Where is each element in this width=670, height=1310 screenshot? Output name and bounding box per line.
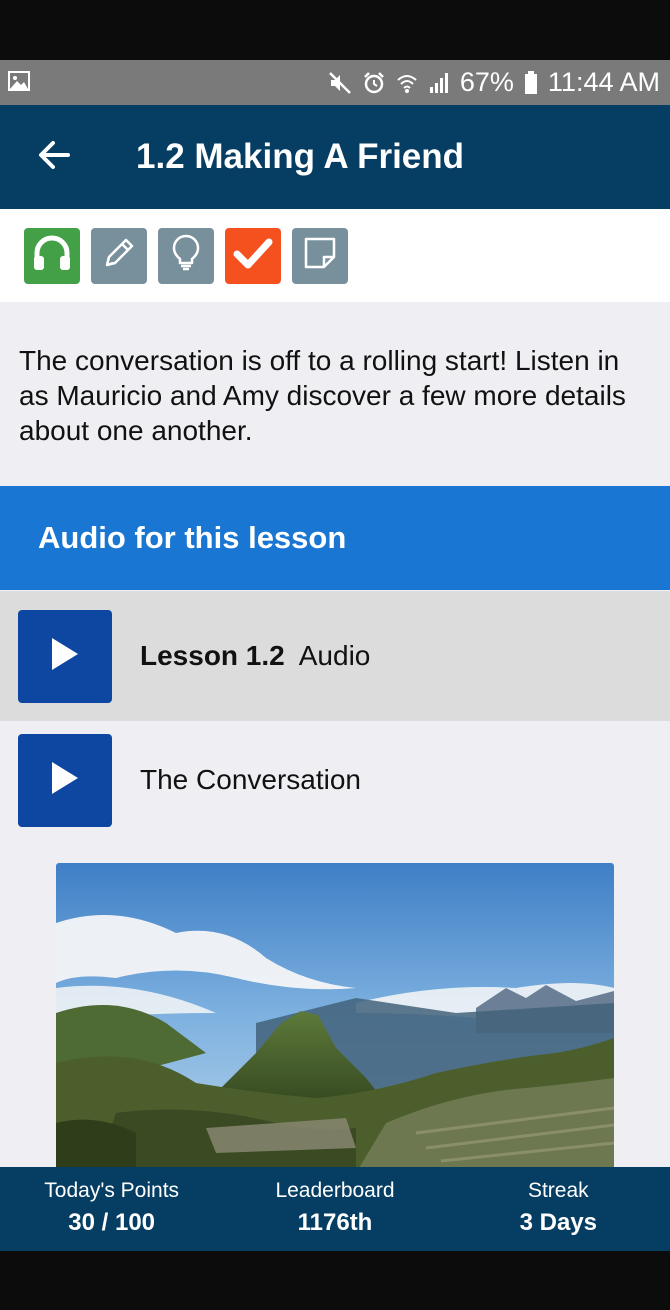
streak-value: 3 Days bbox=[519, 1209, 598, 1236]
back-button[interactable] bbox=[20, 123, 88, 191]
tips-button[interactable] bbox=[158, 227, 214, 284]
leaderboard-stat[interactable]: Leaderboard 1176th bbox=[223, 1167, 446, 1251]
stats-footer: Today's Points 30 / 100 Leaderboard 1176… bbox=[0, 1167, 670, 1251]
audio-item-lesson[interactable]: Lesson 1.2 Audio bbox=[0, 591, 670, 721]
lesson-content: The conversation is off to a rolling sta… bbox=[0, 302, 670, 1167]
audio-item-label-text: Audio bbox=[298, 640, 371, 671]
bottom-bezel bbox=[0, 1251, 670, 1310]
signal-icon bbox=[428, 72, 450, 94]
lesson-image-mountains bbox=[56, 863, 614, 1167]
notes-button[interactable] bbox=[292, 227, 348, 284]
play-button[interactable] bbox=[18, 733, 112, 827]
audio-item-label: Lesson 1.2 Audio bbox=[140, 640, 370, 672]
lesson-toolbar bbox=[0, 209, 670, 302]
pencil-icon bbox=[99, 233, 139, 278]
arrow-left-icon bbox=[37, 140, 71, 175]
lightbulb-icon bbox=[166, 233, 206, 278]
alarm-icon bbox=[362, 71, 386, 95]
gallery-notification-icon bbox=[8, 67, 30, 98]
audio-item-label-bold: Lesson 1.2 bbox=[140, 640, 285, 671]
leaderboard-label: Leaderboard bbox=[275, 1179, 395, 1202]
checkmark-icon bbox=[231, 231, 275, 280]
mute-icon bbox=[328, 71, 352, 95]
battery-icon bbox=[524, 70, 538, 95]
quiz-button[interactable] bbox=[225, 227, 281, 284]
play-button[interactable] bbox=[18, 609, 112, 703]
page-title: 1.2 Making A Friend bbox=[136, 137, 465, 176]
app-header: 1.2 Making A Friend bbox=[0, 105, 670, 209]
note-icon bbox=[300, 233, 340, 278]
top-bezel bbox=[0, 0, 670, 60]
todays-points-label: Today's Points bbox=[44, 1179, 180, 1202]
todays-points-stat[interactable]: Today's Points 30 / 100 bbox=[0, 1167, 223, 1251]
status-bar: 67% 11:44 AM bbox=[0, 60, 670, 105]
lesson-description: The conversation is off to a rolling sta… bbox=[19, 345, 626, 446]
battery-percent: 67% bbox=[459, 67, 514, 97]
audio-item-label-text: The Conversation bbox=[140, 764, 362, 795]
todays-points-value: 30 / 100 bbox=[68, 1209, 156, 1236]
play-icon bbox=[50, 637, 80, 676]
audio-item-conversation[interactable]: The Conversation bbox=[0, 721, 670, 839]
streak-label: Streak bbox=[527, 1179, 589, 1202]
leaderboard-value: 1176th bbox=[297, 1209, 373, 1236]
clock-time: 11:44 AM bbox=[547, 67, 660, 97]
audio-item-label: The Conversation bbox=[140, 764, 361, 796]
listen-button[interactable] bbox=[24, 227, 80, 284]
wifi-icon bbox=[396, 72, 418, 94]
streak-stat[interactable]: Streak 3 Days bbox=[447, 1167, 670, 1251]
audio-section-title: Audio for this lesson bbox=[0, 486, 670, 590]
play-icon bbox=[50, 761, 80, 800]
write-button[interactable] bbox=[91, 227, 147, 284]
headphones-icon bbox=[30, 231, 74, 280]
